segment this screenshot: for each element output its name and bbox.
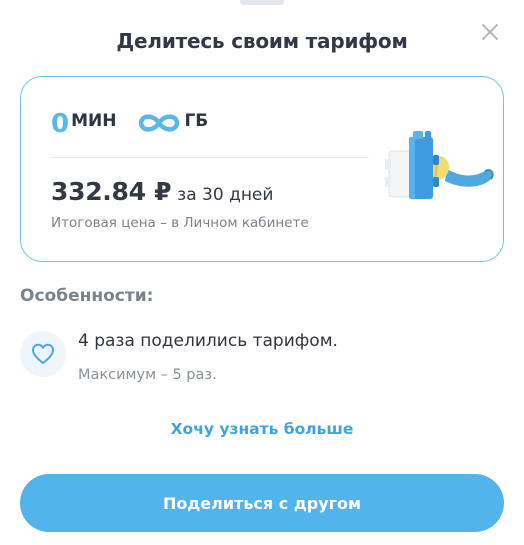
- price-row: 332.84 ₽ за 30 дней: [51, 177, 273, 206]
- tariff-card: 0 МИН ГБ 332.84 ₽ за 30 дней Итоговая це…: [20, 76, 504, 262]
- minutes-unit: МИН: [71, 111, 117, 131]
- data-unit: ГБ: [184, 111, 209, 131]
- learn-more-link[interactable]: Хочу узнать больше: [0, 420, 524, 438]
- feature-title: 4 раза поделились тарифом.: [78, 331, 338, 351]
- feature-item: 4 раза поделились тарифом. Максимум – 5 …: [20, 326, 500, 396]
- share-with-friend-button[interactable]: Поделиться с другом: [20, 474, 504, 532]
- price-note: Итоговая цена – в Личном кабинете: [51, 215, 309, 231]
- card-divider: [51, 157, 369, 158]
- heart-icon: [20, 331, 66, 377]
- share-button-label: Поделиться с другом: [162, 493, 362, 513]
- sheet-grabber[interactable]: [240, 0, 284, 5]
- sheet-title: Делитесь своим тарифом: [116, 29, 408, 53]
- tariff-stats: 0 МИН ГБ: [51, 109, 208, 141]
- lego-brick-hand-illustration: [383, 125, 495, 209]
- feature-subtitle: Максимум – 5 раз.: [78, 367, 217, 383]
- close-icon[interactable]: [480, 22, 500, 42]
- price-value: 332.84 ₽: [51, 177, 172, 206]
- infinity-icon: [136, 111, 182, 139]
- minutes-value: 0: [51, 109, 70, 139]
- price-period: за 30 дней: [177, 185, 274, 205]
- features-heading: Особенности:: [20, 286, 154, 306]
